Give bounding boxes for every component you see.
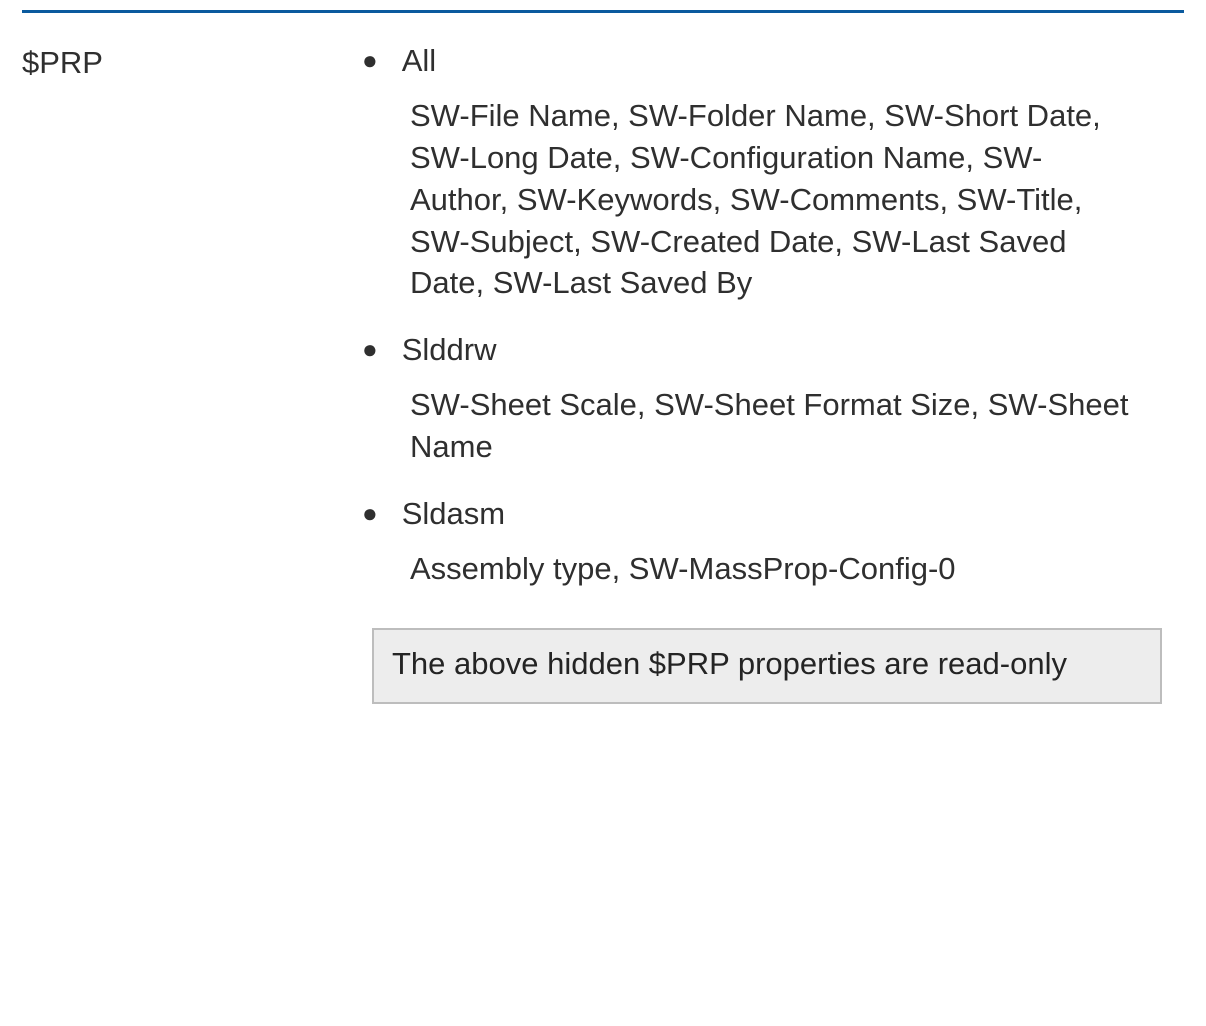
note-text: The above hidden $PRP properties are rea… bbox=[392, 646, 1067, 681]
item-title: All bbox=[402, 41, 436, 81]
item-title: Slddrw bbox=[402, 330, 497, 370]
property-list: ● All SW-File Name, SW-Folder Name, SW-S… bbox=[362, 41, 1184, 590]
bullet-icon: ● bbox=[362, 41, 402, 79]
list-item: ● Slddrw SW-Sheet Scale, SW-Sheet Format… bbox=[362, 330, 1184, 468]
section-label: $PRP bbox=[22, 45, 103, 80]
item-description: Assembly type, SW-MassProp-Config-0 bbox=[410, 548, 1130, 590]
property-row: $PRP ● All SW-File Name, SW-Folder Name,… bbox=[22, 41, 1184, 704]
bullet-row: ● Slddrw bbox=[362, 330, 1184, 370]
right-column: ● All SW-File Name, SW-Folder Name, SW-S… bbox=[362, 41, 1184, 704]
list-item: ● Sldasm Assembly type, SW-MassProp-Conf… bbox=[362, 494, 1184, 590]
item-description: SW-File Name, SW-Folder Name, SW-Short D… bbox=[410, 95, 1130, 304]
item-description: SW-Sheet Scale, SW-Sheet Format Size, SW… bbox=[410, 384, 1130, 468]
bullet-row: ● All bbox=[362, 41, 1184, 81]
left-column: $PRP bbox=[22, 41, 362, 81]
bullet-icon: ● bbox=[362, 494, 402, 532]
list-item: ● All SW-File Name, SW-Folder Name, SW-S… bbox=[362, 41, 1184, 304]
bullet-icon: ● bbox=[362, 330, 402, 368]
item-title: Sldasm bbox=[402, 494, 505, 534]
bullet-row: ● Sldasm bbox=[362, 494, 1184, 534]
section-divider bbox=[22, 10, 1184, 13]
note-box: The above hidden $PRP properties are rea… bbox=[372, 628, 1162, 704]
